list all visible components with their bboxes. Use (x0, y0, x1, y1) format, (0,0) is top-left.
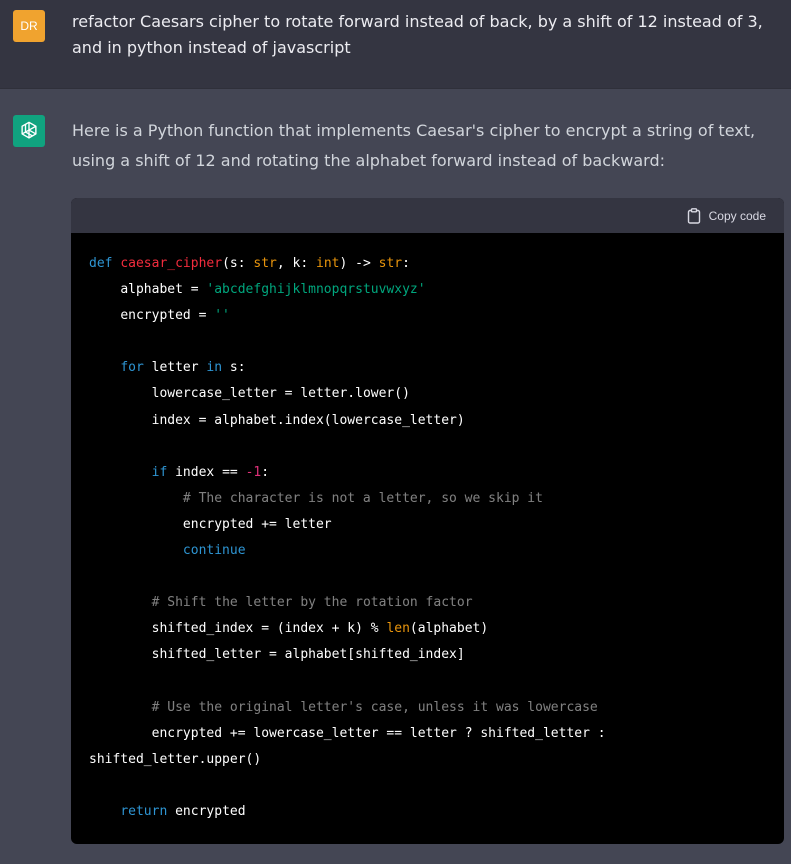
code-token: 'abcdefghijklmnopqrstuvwxyz' (206, 282, 426, 298)
code-token: shifted_letter.upper() (89, 751, 262, 767)
code-token: '' (214, 308, 230, 324)
code-line-19: encrypted += lowercase_letter == letter … (89, 726, 606, 741)
code-line-16: shifted_letter = alphabet[shifted_index] (89, 647, 465, 662)
copy-code-button[interactable]: Copy code (687, 207, 766, 224)
assistant-message-row: Here is a Python function that implement… (0, 89, 791, 864)
code-token: encrypted = (120, 308, 215, 324)
code-token: return (120, 803, 168, 819)
code-token: index = alphabet.index(lowercase_letter) (151, 412, 465, 428)
code-line-12: continue (89, 543, 246, 558)
code-line-20: shifted_letter.upper() (89, 752, 261, 767)
code-token: encrypted (167, 803, 246, 819)
code-line-10: # The character is not a letter, so we s… (89, 491, 543, 506)
code-token: (s: (222, 256, 254, 271)
code-token: def (89, 256, 113, 271)
code-line-2: alphabet = 'abcdefghijklmnopqrstuvwxyz' (89, 282, 426, 298)
code-token: str (253, 256, 277, 271)
code-token: for (120, 360, 144, 376)
code-line-14: # Shift the letter by the rotation facto… (89, 595, 473, 610)
code-token: int (316, 256, 340, 271)
code-token: len (386, 621, 410, 637)
user-message-text: refactor Caesars cipher to rotate forwar… (72, 12, 763, 57)
code-content: def caesar_cipher(s: str, k: int) -> str… (71, 233, 784, 825)
code-token: index == (167, 464, 246, 480)
copy-code-label: Copy code (708, 208, 766, 223)
code-block: Copy code def caesar_cipher(s: str, k: i… (71, 198, 784, 844)
code-token: ) -> (339, 256, 379, 271)
code-token: : (261, 464, 270, 480)
openai-logo-icon (13, 115, 45, 147)
assistant-intro-text: Here is a Python function that implement… (72, 121, 756, 170)
code-token: continue (182, 543, 246, 559)
code-comment: # Use the original letter's case, unless… (151, 699, 598, 715)
code-token: encrypted += lowercase_letter == letter … (151, 725, 606, 741)
code-token: str (378, 256, 403, 271)
code-block-header: Copy code (71, 198, 784, 233)
code-token: , k: (276, 256, 316, 271)
code-line-9: if index == -1: (89, 465, 269, 480)
code-line-5: for letter in s: (89, 360, 246, 376)
code-token: if (151, 464, 168, 480)
user-avatar: DR (13, 10, 45, 42)
code-comment: # The character is not a letter, so we s… (182, 490, 543, 506)
code-line-7: index = alphabet.index(lowercase_letter) (89, 413, 465, 428)
code-line-11: encrypted += letter (89, 517, 332, 532)
code-token: shifted_letter = alphabet[shifted_index] (151, 647, 465, 663)
code-line-3: encrypted = '' (89, 308, 230, 323)
code-token: shifted_index = (index + k) % (151, 621, 387, 637)
user-message-row: DR refactor Caesars cipher to rotate for… (0, 0, 791, 89)
code-token: (alphabet) (409, 621, 489, 637)
code-token: encrypted += letter (182, 516, 332, 532)
clipboard-icon (687, 207, 700, 224)
code-token: -1 (245, 464, 262, 480)
code-token: in (206, 360, 223, 376)
code-line-18: # Use the original letter's case, unless… (89, 700, 598, 715)
code-token: alphabet = (120, 282, 207, 298)
code-token: letter (143, 360, 207, 376)
code-comment: # Shift the letter by the rotation facto… (151, 595, 473, 611)
code-token: lowercase_letter = letter.lower() (151, 386, 410, 402)
code-line-15: shifted_index = (index + k) % len(alphab… (89, 621, 489, 637)
code-token: caesar_cipher (120, 256, 223, 271)
code-token: : (402, 256, 410, 271)
code-token: s: (222, 360, 246, 376)
code-line-22: return encrypted (89, 803, 246, 819)
code-line-1: def caesar_cipher(s: str, k: int) -> str… (89, 256, 410, 271)
code-line-6: lowercase_letter = letter.lower() (89, 386, 410, 401)
